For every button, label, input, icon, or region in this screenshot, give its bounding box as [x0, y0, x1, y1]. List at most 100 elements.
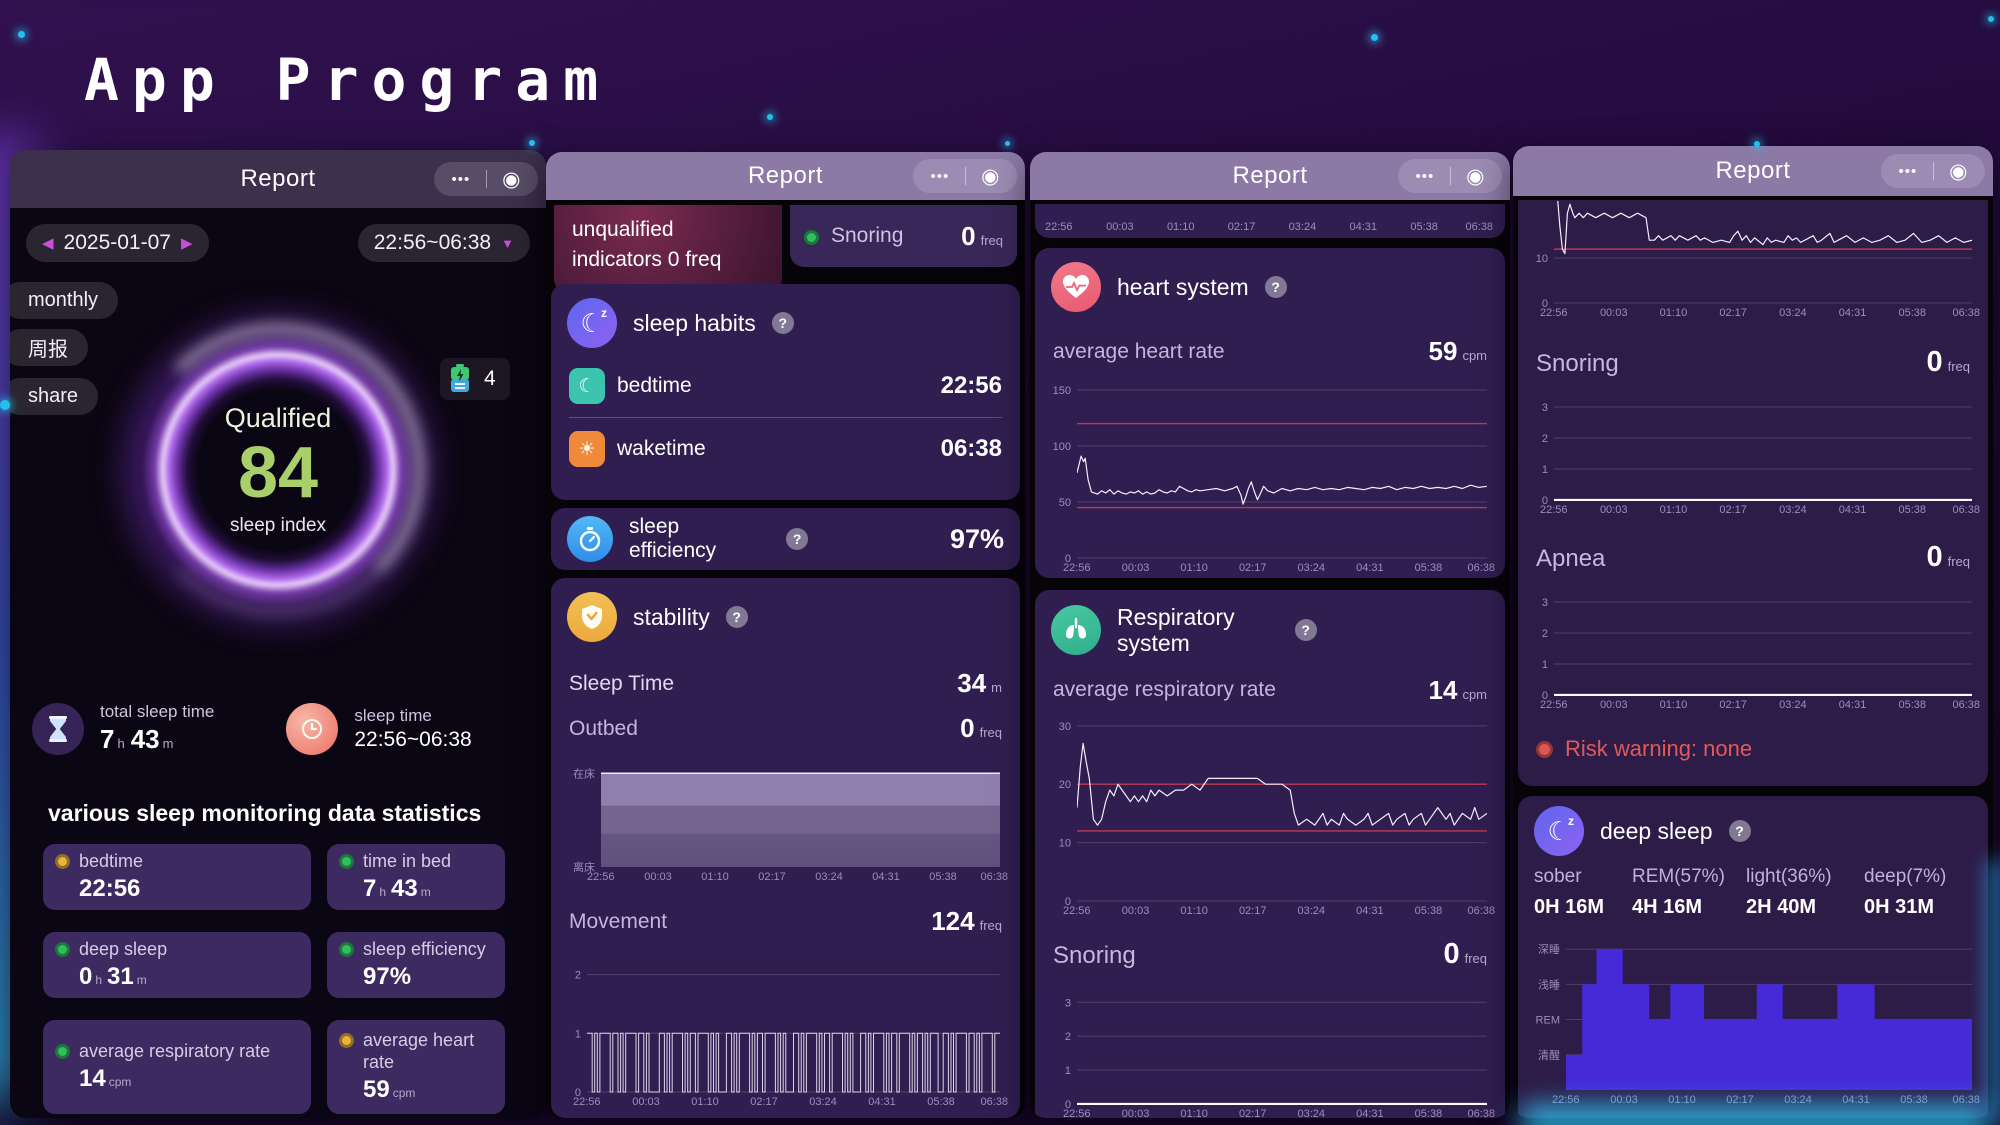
risk-warning-dot-icon [1536, 741, 1553, 758]
stat-label: average respiratory rate [79, 1041, 270, 1063]
svg-text:00:03: 00:03 [1122, 1108, 1150, 1118]
svg-text:22:56: 22:56 [1552, 1094, 1580, 1106]
svg-text:03:24: 03:24 [1298, 562, 1326, 574]
svg-text:04:31: 04:31 [872, 871, 900, 883]
stat-card-avg-respiratory-rate[interactable]: average respiratory rate 14cpm [43, 1020, 311, 1114]
sleep-efficiency-value: 97% [950, 524, 1004, 555]
sleep-time-range: sleep time 22:56~06:38 [286, 702, 471, 755]
help-icon[interactable]: ? [772, 312, 794, 334]
heart-resp-body: 22:5600:0301:1002:1703:2404:3105:3806:38… [1030, 200, 1510, 1118]
svg-text:02:17: 02:17 [1239, 905, 1267, 917]
share-button[interactable]: share [10, 378, 98, 415]
stat-value: 7h43m [363, 875, 493, 903]
avg-heart-rate-value: 59cpm [1429, 336, 1487, 367]
hours-unit: h [117, 736, 124, 751]
minutes: 43 [131, 724, 160, 754]
svg-text:05:38: 05:38 [1415, 562, 1443, 574]
svg-text:00:03: 00:03 [1610, 1094, 1638, 1106]
svg-text:50: 50 [1059, 497, 1071, 509]
stat-card-sleep-efficiency[interactable]: sleep efficiency 97% [327, 932, 505, 998]
stat-value: 59cpm [363, 1076, 493, 1104]
snoring-summary-card[interactable]: Snoring 0freq [790, 205, 1017, 267]
unqualified-indicators-card[interactable]: unqualified indicators 0 freq [554, 205, 782, 293]
background-bottom-glow [1522, 1106, 1988, 1125]
svg-text:05:38: 05:38 [1899, 504, 1927, 516]
svg-text:05:38: 05:38 [1415, 905, 1443, 917]
snoring-section-row: Snoring 0freq [1518, 346, 1988, 379]
battery-count: 4 [484, 367, 496, 391]
date-selector[interactable]: ◀ 2025-01-07 ▶ [26, 224, 209, 262]
record-target-icon[interactable]: ◉ [1949, 161, 1967, 182]
stage-value: 0H 16M [1534, 896, 1632, 919]
movement-label: Movement [569, 910, 667, 934]
stat-label: average heart rate [363, 1030, 493, 1073]
snoring-value: 0freq [961, 221, 1003, 252]
help-icon[interactable]: ? [1729, 820, 1751, 842]
record-target-icon[interactable]: ◉ [1466, 166, 1484, 187]
stat-card-time-in-bed[interactable]: time in bed 7h43m [327, 844, 505, 910]
header-controls: ••• ◉ [913, 159, 1017, 193]
divider [1933, 162, 1934, 180]
score-status: Qualified [225, 403, 332, 434]
background-dot [767, 114, 773, 120]
next-day-icon[interactable]: ▶ [181, 234, 193, 252]
total-sleep-value: 7h43m [100, 724, 214, 755]
svg-text:04:31: 04:31 [1842, 1094, 1870, 1106]
svg-text:04:31: 04:31 [868, 1096, 896, 1108]
snoring-value: 0freq [1926, 346, 1970, 379]
svg-text:05:38: 05:38 [929, 871, 957, 883]
sleep-time-value: 34m [957, 668, 1002, 699]
help-icon[interactable]: ? [1265, 276, 1287, 298]
report-title: Report [1232, 162, 1307, 190]
stats-cards-grid: bedtime 22:56 time in bed 7h43m deep sle… [43, 844, 505, 1114]
page-title: App Program [84, 46, 611, 114]
record-target-icon[interactable]: ◉ [981, 166, 999, 187]
status-dot-yellow [55, 854, 70, 869]
help-icon[interactable]: ? [786, 528, 808, 550]
stat-card-bedtime[interactable]: bedtime 22:56 [43, 844, 311, 910]
svg-text:04:31: 04:31 [1350, 221, 1378, 233]
more-options-icon[interactable]: ••• [1415, 169, 1434, 184]
stage-value: 0H 31M [1864, 896, 1946, 919]
background-dot [1005, 141, 1010, 146]
monthly-button[interactable]: monthly [10, 282, 118, 319]
more-options-icon[interactable]: ••• [930, 169, 949, 184]
deep-sleep-title: deep sleep [1600, 818, 1713, 845]
stat-card-avg-heart-rate[interactable]: average heart rate 59cpm [327, 1020, 505, 1114]
report-header: Report ••• ◉ [1513, 146, 1993, 196]
background-dot [1371, 34, 1378, 41]
svg-text:3: 3 [1542, 597, 1548, 609]
respiratory-system-title: Respiratorysystem [1117, 604, 1235, 657]
weekly-report-button[interactable]: 周报 [10, 329, 88, 366]
chevron-down-icon[interactable]: ▼ [501, 236, 514, 251]
status-dot-green [339, 854, 354, 869]
help-icon[interactable]: ? [726, 606, 748, 628]
more-options-icon[interactable]: ••• [451, 172, 470, 187]
time-range-selector[interactable]: 22:56~06:38 ▼ [358, 224, 530, 262]
stat-value: 0h31m [79, 963, 299, 991]
more-options-icon[interactable]: ••• [1898, 164, 1917, 179]
prev-day-icon[interactable]: ◀ [42, 234, 54, 252]
heart-rate-chart: 15010050022:5600:0301:1002:1703:2404:310… [1039, 375, 1499, 575]
date-value: 2025-01-07 [64, 231, 171, 255]
avg-respiratory-rate-value: 14cpm [1429, 675, 1487, 706]
waketime-row: ☀ waketime 06:38 [551, 431, 1020, 467]
svg-text:05:38: 05:38 [1410, 221, 1438, 233]
snoring-chart: 321022:5600:0301:1002:1703:2404:3105:380… [1039, 981, 1499, 1118]
report-header: Report ••• ◉ [546, 152, 1025, 200]
svg-text:06:38: 06:38 [1952, 307, 1980, 319]
svg-text:00:03: 00:03 [1600, 504, 1628, 516]
record-target-icon[interactable]: ◉ [502, 169, 520, 190]
report-title: Report [1715, 157, 1790, 185]
report-header: Report ••• ◉ [1030, 152, 1510, 200]
stage-col-sober: sober 0H 16M [1534, 866, 1632, 919]
svg-text:2: 2 [575, 970, 581, 982]
stage-label: REM(57%) [1632, 866, 1746, 888]
svg-text:03:24: 03:24 [1289, 221, 1317, 233]
svg-text:1: 1 [575, 1028, 581, 1040]
help-icon[interactable]: ? [1295, 619, 1317, 641]
apnea-chart: 321022:5600:0301:1002:1703:2404:3105:380… [1522, 582, 1984, 712]
stat-card-deep-sleep[interactable]: deep sleep 0h31m [43, 932, 311, 998]
background-dot [1988, 16, 1994, 22]
svg-text:05:38: 05:38 [1899, 307, 1927, 319]
